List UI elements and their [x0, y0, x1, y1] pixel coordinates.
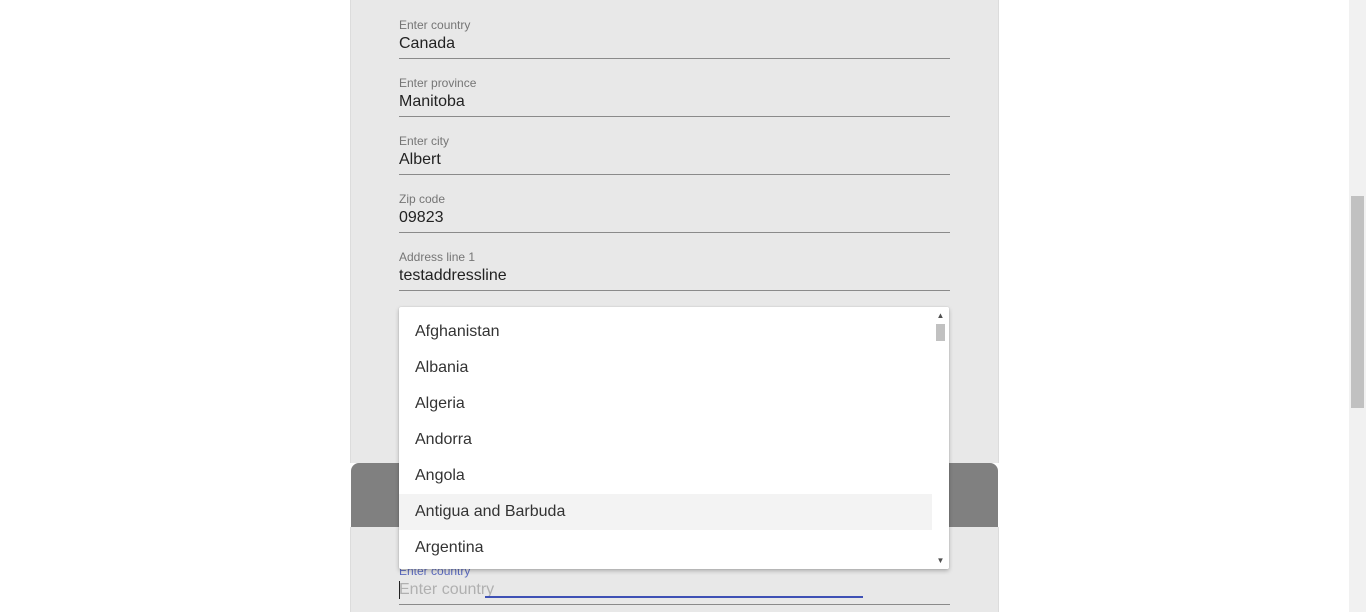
province-field[interactable]: Enter province Manitoba	[399, 76, 950, 134]
option-afghanistan[interactable]: Afghanistan	[399, 314, 932, 350]
province-value[interactable]: Manitoba	[399, 92, 950, 112]
page-scroll-thumb[interactable]	[1351, 196, 1364, 408]
option-antigua-and-barbuda[interactable]: Antigua and Barbuda	[399, 494, 932, 530]
zip-code-underline	[399, 232, 950, 233]
scroll-up-arrow-icon[interactable]: ▲	[932, 307, 949, 324]
country-value[interactable]: Canada	[399, 34, 950, 54]
province-label: Enter province	[399, 76, 477, 90]
country-field[interactable]: Enter country Canada	[399, 18, 950, 76]
city-underline	[399, 174, 950, 175]
focus-indicator	[485, 596, 863, 598]
address-line-1-field[interactable]: Address line 1 testaddressline	[399, 250, 950, 308]
city-field[interactable]: Enter city Albert	[399, 134, 950, 192]
option-algeria[interactable]: Algeria	[399, 386, 932, 422]
city-label: Enter city	[399, 134, 450, 148]
address-line-1-value[interactable]: testaddressline	[399, 266, 950, 286]
option-argentina[interactable]: Argentina	[399, 530, 932, 566]
address-line-1-underline	[399, 290, 950, 291]
page-scrollbar[interactable]	[1349, 0, 1366, 612]
zip-code-value[interactable]: 09823	[399, 208, 950, 228]
text-caret	[399, 581, 400, 599]
active-country-field[interactable]: Enter country	[399, 564, 950, 612]
option-andorra[interactable]: Andorra	[399, 422, 932, 458]
page: Enter country Canada Enter province Mani…	[0, 0, 1366, 612]
dropdown-scrollbar[interactable]: ▲ ▼	[932, 307, 949, 569]
option-angola[interactable]: Angola	[399, 458, 932, 494]
province-underline	[399, 116, 950, 117]
active-country-underline	[399, 604, 950, 605]
zip-code-label: Zip code	[399, 192, 446, 206]
country-label: Enter country	[399, 18, 471, 32]
address-line-1-label: Address line 1	[399, 250, 476, 264]
country-dropdown-list[interactable]: Afghanistan Albania Algeria Andorra Ango…	[399, 307, 949, 569]
dropdown-options: Afghanistan Albania Algeria Andorra Ango…	[399, 314, 932, 566]
scroll-down-arrow-icon[interactable]: ▼	[932, 552, 949, 569]
city-value[interactable]: Albert	[399, 150, 950, 170]
option-albania[interactable]: Albania	[399, 350, 932, 386]
country-underline	[399, 58, 950, 59]
zip-code-field[interactable]: Zip code 09823	[399, 192, 950, 250]
dropdown-scroll-thumb[interactable]	[936, 324, 945, 341]
